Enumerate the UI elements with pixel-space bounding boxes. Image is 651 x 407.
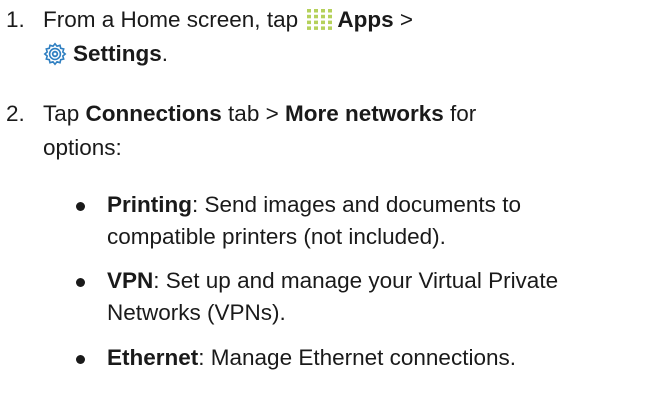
option-description: : Set up and manage your Virtual Private bbox=[153, 268, 559, 293]
option-term: Printing bbox=[107, 192, 192, 217]
option-description: : Send images and documents to bbox=[192, 192, 521, 217]
apps-grid-icon bbox=[307, 9, 333, 30]
step-text-intro: From a Home screen, tap bbox=[43, 7, 305, 32]
step-text: From a Home screen, tap Apps > Settings. bbox=[43, 3, 633, 71]
option-term: VPN bbox=[107, 268, 154, 293]
apps-label: Apps bbox=[337, 7, 394, 32]
step-text-post: for bbox=[443, 101, 477, 126]
step-text-line2: options: bbox=[43, 135, 122, 160]
step-text: Tap Connections tab > More networks for … bbox=[43, 97, 633, 165]
option-description-continued: compatible printers (not included). bbox=[107, 224, 446, 249]
menu-separator: > bbox=[393, 7, 413, 32]
step-text-intro: Tap bbox=[43, 101, 86, 126]
option-term: Ethernet bbox=[107, 345, 199, 370]
instruction-document: 1. From a Home screen, tap Apps > Settin… bbox=[0, 0, 651, 407]
bullet-dot bbox=[76, 202, 85, 211]
sentence-end: . bbox=[161, 41, 169, 66]
settings-label: Settings bbox=[73, 41, 162, 66]
step-number: 1. bbox=[6, 7, 25, 32]
option-description-continued: Networks (VPNs). bbox=[107, 300, 286, 325]
bullet-dot bbox=[76, 278, 85, 287]
option-description: : Manage Ethernet connections. bbox=[198, 345, 516, 370]
connections-tab-label: Connections bbox=[85, 101, 222, 126]
step-text-mid: tab > bbox=[221, 101, 285, 126]
bullet-dot bbox=[76, 355, 85, 364]
settings-gear-icon bbox=[43, 42, 67, 66]
more-networks-label: More networks bbox=[284, 101, 444, 126]
step-number: 2. bbox=[6, 101, 25, 126]
